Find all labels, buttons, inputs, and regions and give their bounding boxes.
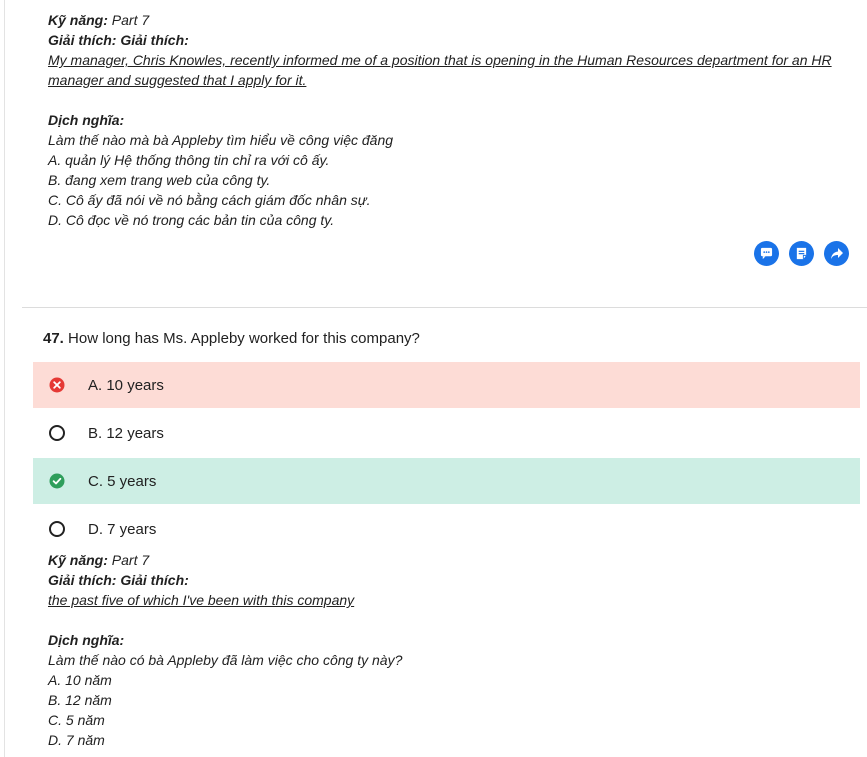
- translation-option-c: C. Cô ấy đã nói về nó bằng cách giám đốc…: [48, 192, 371, 208]
- explain-label: Giải thích: Giải thích:: [48, 572, 189, 588]
- question-title: 47. How long has Ms. Appleby worked for …: [43, 329, 420, 349]
- note-button[interactable]: [789, 241, 814, 266]
- option-d-label: D. 7 years: [88, 520, 157, 538]
- translation-question: Làm thế nào có bà Appleby đã làm việc ch…: [48, 652, 403, 668]
- note-icon: [796, 247, 807, 260]
- explain-label: Giải thích: Giải thích:: [48, 32, 189, 48]
- comment-icon: [760, 247, 773, 260]
- translation-option-b: B. 12 năm: [48, 692, 112, 708]
- skill-line: Kỹ năng: Part 7: [48, 10, 853, 30]
- skill-label: Kỹ năng:: [48, 12, 108, 28]
- option-a[interactable]: A. 10 years: [33, 362, 860, 408]
- question-text: How long has Ms. Appleby worked for this…: [68, 330, 420, 347]
- skill-label: Kỹ năng:: [48, 552, 108, 568]
- share-button[interactable]: [824, 241, 849, 266]
- question-explanation: Kỹ năng: Part 7 Giải thích: Giải thích: …: [48, 550, 853, 750]
- section-divider: [22, 307, 867, 308]
- option-c[interactable]: C. 5 years: [33, 458, 860, 504]
- wrong-answer-icon: [49, 377, 65, 393]
- translation-option-d: D. 7 năm: [48, 732, 105, 748]
- action-buttons: [754, 241, 849, 266]
- translation-option-b: B. đang xem trang web của công ty.: [48, 172, 271, 188]
- translation-label: Dịch nghĩa:: [48, 632, 125, 648]
- skill-line: Kỹ năng: Part 7: [48, 550, 853, 570]
- comment-button[interactable]: [754, 241, 779, 266]
- translation-line: Dịch nghĩa:: [48, 630, 853, 650]
- translation-option-a: A. quản lý Hệ thống thông tin chỉ ra với…: [48, 152, 330, 168]
- quiz-review-page: Kỹ năng: Part 7 Giải thích: Giải thích: …: [0, 0, 867, 757]
- question-number: 47.: [43, 330, 64, 347]
- translation-option-d: D. Cô đọc về nó trong các bản tin của cô…: [48, 212, 335, 228]
- explain-line: Giải thích: Giải thích:: [48, 30, 853, 50]
- option-b[interactable]: B. 12 years: [33, 410, 860, 456]
- left-border: [4, 0, 5, 757]
- explain-line: Giải thích: Giải thích:: [48, 570, 853, 590]
- radio-unselected-icon: [49, 521, 65, 537]
- share-icon: [830, 248, 843, 259]
- explain-quote: My manager, Chris Knowles, recently info…: [48, 52, 832, 88]
- prev-explanation: Kỹ năng: Part 7 Giải thích: Giải thích: …: [48, 10, 853, 230]
- option-d[interactable]: D. 7 years: [33, 506, 860, 552]
- translation-label: Dịch nghĩa:: [48, 112, 125, 128]
- option-a-label: A. 10 years: [88, 376, 164, 394]
- skill-value: Part 7: [111, 552, 150, 568]
- translation-option-a: A. 10 năm: [48, 672, 112, 688]
- correct-answer-icon: [49, 473, 65, 489]
- explain-quote: the past five of which I've been with th…: [48, 592, 355, 608]
- radio-unselected-icon: [49, 425, 65, 441]
- translation-option-c: C. 5 năm: [48, 712, 105, 728]
- option-b-label: B. 12 years: [88, 424, 164, 442]
- translation-question: Làm thế nào mà bà Appleby tìm hiểu về cô…: [48, 132, 394, 148]
- option-c-label: C. 5 years: [88, 472, 157, 490]
- translation-line: Dịch nghĩa:: [48, 110, 853, 130]
- skill-value: Part 7: [111, 12, 150, 28]
